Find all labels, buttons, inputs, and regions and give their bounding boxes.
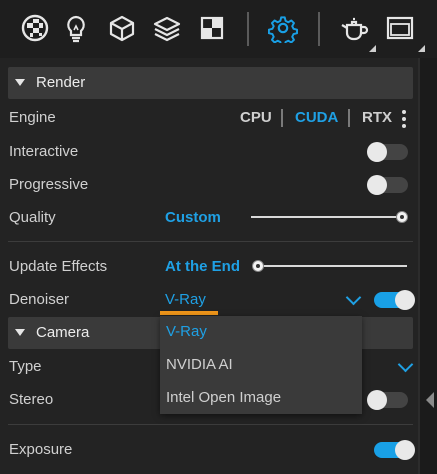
engine-option-cuda[interactable]: CUDA [295, 108, 338, 128]
layers-icon[interactable] [151, 12, 183, 44]
side-strip [420, 58, 437, 474]
progressive-label: Progressive [9, 176, 89, 193]
update-effects-slider-track[interactable] [257, 265, 407, 267]
stereo-toggle[interactable] [367, 390, 408, 410]
material-ball-icon[interactable] [19, 12, 51, 44]
quality-value[interactable]: Custom [165, 208, 221, 228]
flyout-corner-icon [369, 45, 376, 52]
section-title: Render [36, 74, 86, 91]
expand-triangle-icon [15, 329, 25, 336]
exposure-label: Exposure [9, 441, 73, 458]
update-effects-label: Update Effects [9, 258, 108, 275]
denoiser-label: Denoiser [9, 291, 70, 308]
engine-option-rtx[interactable]: RTX [362, 108, 392, 128]
denoiser-toggle[interactable] [374, 290, 415, 310]
progressive-toggle[interactable] [367, 175, 408, 195]
type-label: Type [9, 358, 42, 375]
top-toolbar [0, 0, 437, 58]
toolbar-separator [318, 12, 320, 46]
dropdown-option-nvidia-ai[interactable]: NVIDIA AI [160, 349, 362, 381]
teapot-icon[interactable] [338, 12, 370, 44]
collapse-arrow-icon[interactable] [426, 392, 434, 408]
dropdown-option-intel-open-image[interactable]: Intel Open Image [160, 382, 362, 414]
denoiser-dropdown-menu: V-Ray NVIDIA AI Intel Open Image [160, 316, 362, 414]
exposure-toggle[interactable] [374, 440, 415, 460]
lightbulb-icon[interactable] [60, 12, 92, 44]
checker-square-icon[interactable] [196, 12, 228, 44]
engine-separator [348, 109, 350, 127]
dropdown-option-vray[interactable]: V-Ray [160, 316, 362, 348]
more-options-icon[interactable] [402, 110, 406, 131]
expand-triangle-icon [15, 79, 25, 86]
section-title: Camera [36, 324, 90, 341]
update-effects-value[interactable]: At the End [165, 257, 240, 277]
interactive-toggle[interactable] [367, 142, 408, 162]
divider [8, 241, 413, 242]
toolbar-separator [247, 12, 249, 46]
engine-separator [281, 109, 283, 127]
dropdown-focus-underline [160, 311, 218, 315]
cube-icon[interactable] [106, 12, 138, 44]
render-section-header[interactable]: Render [8, 67, 413, 99]
stereo-label: Stereo [9, 391, 54, 408]
interactive-label: Interactive [9, 143, 79, 160]
window-icon[interactable] [384, 12, 416, 44]
gear-icon[interactable] [267, 12, 299, 44]
divider [8, 424, 413, 425]
engine-label: Engine [9, 109, 56, 126]
update-effects-slider-thumb[interactable] [252, 260, 264, 272]
engine-option-cpu[interactable]: CPU [240, 108, 272, 128]
denoiser-dropdown[interactable]: V-Ray [165, 290, 206, 310]
quality-slider-thumb[interactable] [396, 211, 408, 223]
flyout-corner-icon [418, 45, 425, 52]
quality-slider-track[interactable] [251, 216, 401, 218]
quality-label: Quality [9, 209, 56, 226]
